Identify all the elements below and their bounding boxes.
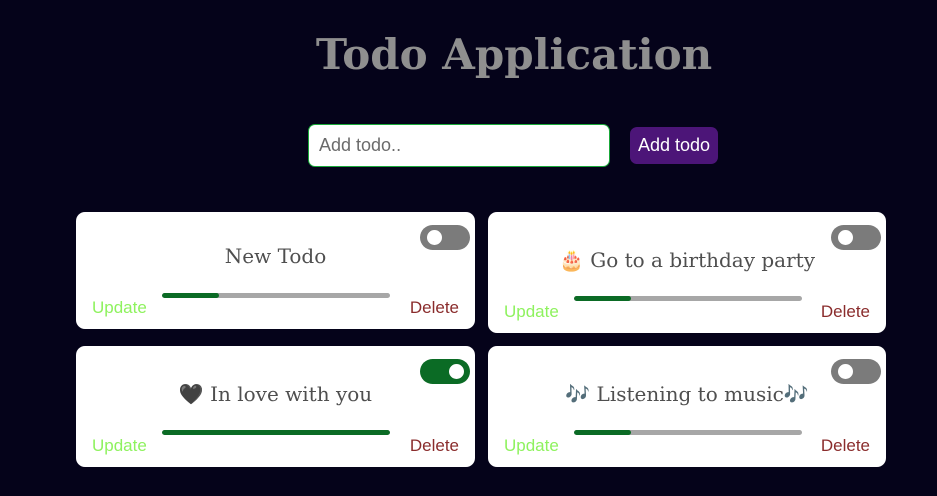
- progress-fill: [574, 430, 631, 435]
- complete-toggle[interactable]: [831, 225, 881, 250]
- app-root: Todo Application Add todo New Todo Updat…: [0, 0, 937, 496]
- todo-text: New Todo: [224, 244, 327, 268]
- complete-toggle[interactable]: [420, 359, 470, 384]
- todo-text: 🖤 In love with you: [178, 382, 373, 406]
- progress-bar: [574, 430, 802, 435]
- todo-text: 🎂 Go to a birthday party: [558, 248, 816, 272]
- toggle-knob: [427, 230, 442, 245]
- todo-text: 🎶 Listening to music🎶: [565, 382, 809, 406]
- progress-bar: [162, 430, 390, 435]
- delete-button[interactable]: Delete: [410, 436, 459, 456]
- add-todo-button[interactable]: Add todo: [630, 127, 718, 164]
- progress-fill: [574, 296, 631, 301]
- toggle-knob: [449, 364, 464, 379]
- todo-card: 🎂 Go to a birthday party Update Delete: [488, 212, 886, 333]
- update-button[interactable]: Update: [92, 298, 147, 318]
- progress-bar: [162, 293, 390, 298]
- delete-button[interactable]: Delete: [821, 436, 870, 456]
- delete-button[interactable]: Delete: [410, 298, 459, 318]
- progress-fill: [162, 430, 390, 435]
- todo-card: 🖤 In love with you Update Delete: [76, 346, 475, 467]
- todo-card: 🎶 Listening to music🎶 Update Delete: [488, 346, 886, 467]
- update-button[interactable]: Update: [504, 302, 559, 322]
- progress-bar: [574, 296, 802, 301]
- toggle-knob: [838, 230, 853, 245]
- update-button[interactable]: Update: [92, 436, 147, 456]
- update-button[interactable]: Update: [504, 436, 559, 456]
- add-todo-input[interactable]: [308, 124, 610, 167]
- progress-fill: [162, 293, 219, 298]
- toggle-knob: [838, 364, 853, 379]
- complete-toggle[interactable]: [831, 359, 881, 384]
- todo-card: New Todo Update Delete: [76, 212, 475, 329]
- page-title: Todo Application: [315, 30, 713, 79]
- delete-button[interactable]: Delete: [821, 302, 870, 322]
